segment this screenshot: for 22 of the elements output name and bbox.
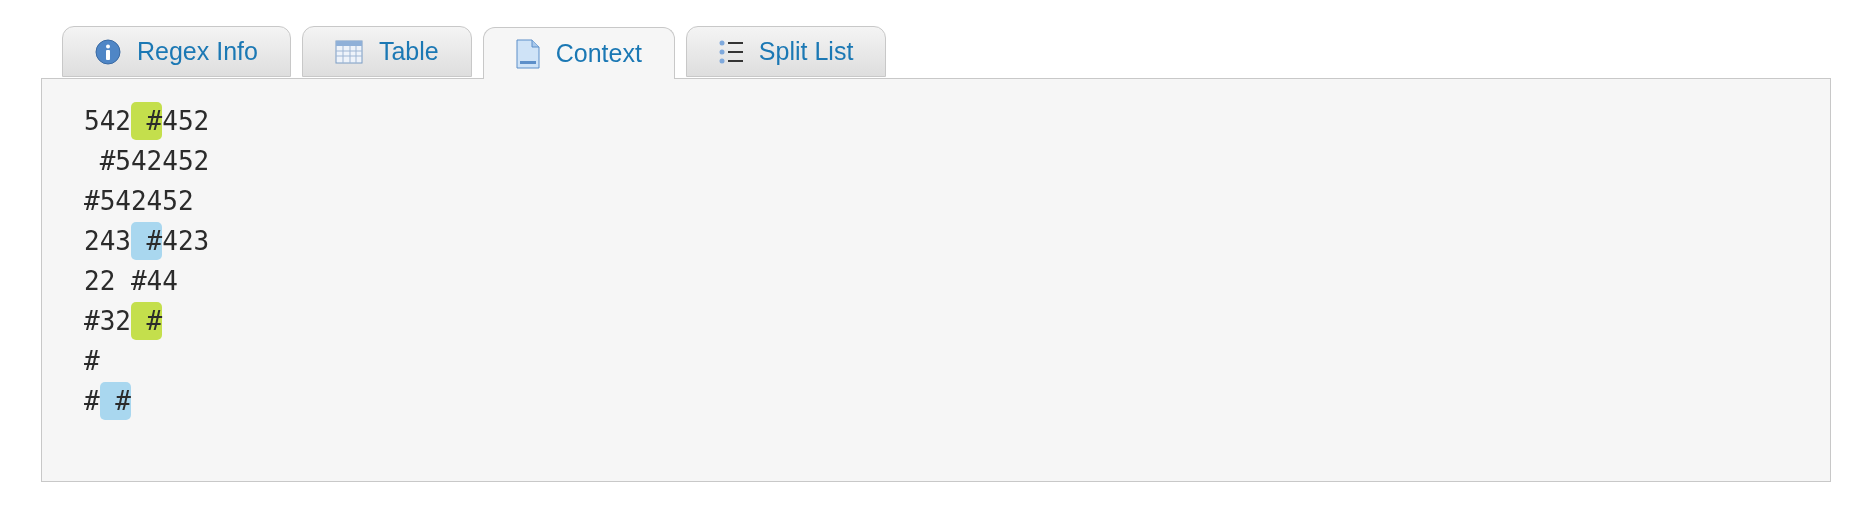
document-icon: [515, 38, 540, 69]
context-text: #: [84, 345, 100, 378]
table-icon: [334, 39, 363, 64]
context-text: #32: [84, 305, 131, 338]
match-highlight: #: [130, 222, 163, 260]
list-icon: [718, 39, 743, 64]
tab[interactable]: Table: [301, 26, 472, 77]
context-text: 542: [84, 105, 131, 138]
tab[interactable]: Context: [482, 27, 675, 79]
context-text: #: [84, 385, 100, 418]
match-highlight: #: [99, 382, 131, 420]
context-text: 423: [162, 225, 210, 258]
context-text: 243: [84, 225, 131, 258]
tab[interactable]: Regex Info: [62, 26, 291, 77]
match-highlight: #: [130, 302, 163, 340]
context-text: 22 #44: [84, 265, 178, 298]
info-icon: [95, 38, 121, 65]
context-text: #542452: [98, 145, 210, 178]
context-text: 452: [162, 105, 210, 138]
match-highlight: #: [130, 102, 163, 140]
context-text: #542452: [84, 185, 194, 218]
tab[interactable]: Split List: [685, 26, 887, 77]
